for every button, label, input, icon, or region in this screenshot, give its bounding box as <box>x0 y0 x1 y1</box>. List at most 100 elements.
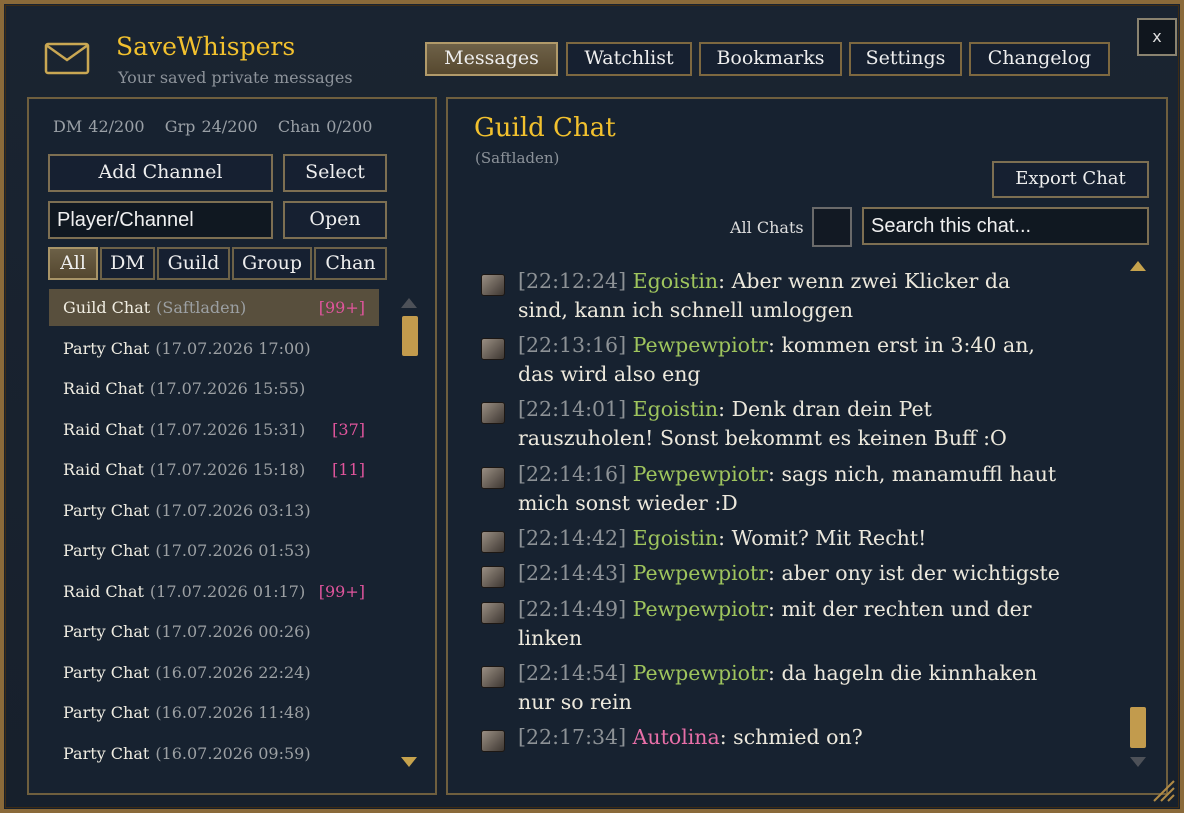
player-channel-input[interactable]: Player/Channel <box>48 201 273 239</box>
chat-list-item[interactable]: Raid Chat (17.07.2026 15:55) <box>49 370 379 407</box>
message-text: mit der rechten und der <box>781 597 1032 621</box>
message-icon <box>481 531 505 553</box>
message-time: [22:14:01] <box>518 397 627 421</box>
chat-scroll-thumb[interactable] <box>1130 707 1146 748</box>
list-scroll-down-icon[interactable] <box>401 757 417 767</box>
filter-all[interactable]: All <box>48 247 98 280</box>
search-chat-input[interactable]: Search this chat... <box>862 207 1149 245</box>
chat-message[interactable]: [22:14:49] Pewpewpiotr: mit der rechten … <box>478 595 1098 653</box>
message-time: [22:12:24] <box>518 269 627 293</box>
chat-message[interactable]: [22:14:54] Pewpewpiotr: da hageln die ki… <box>478 659 1098 717</box>
message-list: [22:12:24] Egoistin: Aber wenn zwei Klic… <box>478 249 1098 769</box>
message-text: sind, kann ich schnell umloggen <box>518 298 854 322</box>
unread-badge: [11] <box>332 460 365 479</box>
tab-changelog[interactable]: Changelog <box>969 42 1110 76</box>
chat-list-item[interactable]: Party Chat (17.07.2026 00:26) <box>49 613 379 650</box>
message-sender[interactable]: Pewpewpiotr <box>633 597 768 621</box>
unread-badge: [99+] <box>318 582 365 601</box>
window-frame: SaveWhispers Your saved private messages… <box>0 0 1184 813</box>
chat-title: Guild Chat <box>474 113 616 143</box>
filter-guild[interactable]: Guild <box>157 247 230 280</box>
message-sender[interactable]: Autolina <box>633 725 720 749</box>
message-text: mich sonst wieder :D <box>518 491 738 515</box>
chat-message[interactable]: [22:14:42] Egoistin: Womit? Mit Recht! <box>478 524 1098 553</box>
message-icon <box>481 666 505 688</box>
chat-list-item[interactable]: Raid Chat (17.07.2026 15:18) [11] <box>49 451 379 488</box>
list-scroll-thumb[interactable] <box>402 316 418 356</box>
chat-subtitle: (Saftladen) <box>475 149 560 167</box>
open-button[interactable]: Open <box>283 201 387 239</box>
chat-date: (16.07.2026 09:59) <box>155 744 311 763</box>
chat-date: (17.07.2026 17:00) <box>155 339 311 358</box>
message-sender[interactable]: Egoistin <box>633 526 719 550</box>
message-text: Aber wenn zwei Klicker da <box>731 269 1011 293</box>
chat-list-item[interactable]: Party Chat (17.07.2026 03:13) <box>49 492 379 529</box>
tab-messages[interactable]: Messages <box>425 42 558 76</box>
chat-date: (17.07.2026 00:26) <box>155 622 311 641</box>
message-time: [22:14:43] <box>518 561 627 585</box>
chat-name: Party Chat <box>63 663 150 682</box>
chat-date: (16.07.2026 22:24) <box>155 663 311 682</box>
chat-list-item[interactable]: Raid Chat (17.07.2026 15:31) [37] <box>49 411 379 448</box>
chat-list-item[interactable]: Raid Chat (17.07.2026 01:17) [99+] <box>49 573 379 610</box>
chat-list-item[interactable]: Party Chat (17.07.2026 01:53) <box>49 532 379 569</box>
select-button[interactable]: Select <box>283 154 387 192</box>
app-title: SaveWhispers <box>116 32 296 61</box>
chat-list-item[interactable]: Guild Chat (Saftladen) [99+] <box>49 289 379 326</box>
add-channel-button[interactable]: Add Channel <box>48 154 273 192</box>
tab-watchlist[interactable]: Watchlist <box>566 42 692 76</box>
message-icon <box>481 402 505 424</box>
chat-message[interactable]: [22:14:43] Pewpewpiotr: aber ony ist der… <box>478 559 1098 588</box>
message-text: nur so rein <box>518 690 632 714</box>
export-chat-button[interactable]: Export Chat <box>992 161 1149 198</box>
chat-scroll-down-icon[interactable] <box>1130 757 1146 767</box>
app-subtitle: Your saved private messages <box>118 68 353 87</box>
chat-message[interactable]: [22:17:34] Autolina: schmied on? <box>478 723 1098 752</box>
chat-date: (17.07.2026 03:13) <box>155 501 311 520</box>
message-time: [22:14:49] <box>518 597 627 621</box>
message-sender[interactable]: Pewpewpiotr <box>633 561 768 585</box>
message-icon <box>481 730 505 752</box>
chat-view-panel: Guild Chat (Saftladen) Export Chat All C… <box>446 97 1168 795</box>
chat-message[interactable]: [22:12:24] Egoistin: Aber wenn zwei Klic… <box>478 267 1098 325</box>
message-sender[interactable]: Pewpewpiotr <box>633 333 768 357</box>
chat-date: (17.07.2026 01:53) <box>155 541 311 560</box>
chat-date: (17.07.2026 01:17) <box>149 582 306 601</box>
grp-count: Grp 24/200 <box>164 117 258 136</box>
message-icon <box>481 274 505 296</box>
message-time: [22:14:16] <box>518 462 627 486</box>
message-sender[interactable]: Pewpewpiotr <box>633 661 768 685</box>
chat-scroll-up-icon[interactable] <box>1130 261 1146 271</box>
tab-settings[interactable]: Settings <box>849 42 962 76</box>
list-scroll-up-icon[interactable] <box>401 298 417 308</box>
chat-message[interactable]: [22:14:16] Pewpewpiotr: sags nich, manam… <box>478 460 1098 518</box>
chan-count: Chan 0/200 <box>277 117 373 136</box>
message-sender[interactable]: Pewpewpiotr <box>633 462 768 486</box>
chat-name: Raid Chat <box>63 379 144 398</box>
tab-bookmarks[interactable]: Bookmarks <box>699 42 842 76</box>
chat-message[interactable]: [22:14:01] Egoistin: Denk dran dein Pet r… <box>478 395 1098 453</box>
message-sender[interactable]: Egoistin <box>633 269 719 293</box>
chat-list-item[interactable]: Party Chat (16.07.2026 11:48) <box>49 694 379 731</box>
filter-dm[interactable]: DM <box>100 247 155 280</box>
filter-group[interactable]: Group <box>232 247 312 280</box>
chat-message[interactable]: [22:13:16] Pewpewpiotr: kommen erst in 3… <box>478 331 1098 389</box>
unread-badge: [99+] <box>318 298 365 317</box>
message-text: aber ony ist der wichtigste <box>781 561 1060 585</box>
chat-name: Raid Chat <box>63 460 144 479</box>
message-icon <box>481 566 505 588</box>
chat-date: (Saftladen) <box>156 298 247 317</box>
chat-list-item[interactable]: Party Chat (16.07.2026 22:24) <box>49 654 379 691</box>
chat-date: (17.07.2026 15:55) <box>149 379 306 398</box>
resize-grip-icon[interactable] <box>1150 777 1176 803</box>
message-icon <box>481 338 505 360</box>
filter-chan[interactable]: Chan <box>314 247 387 280</box>
all-chats-checkbox[interactable] <box>812 207 852 247</box>
message-sender[interactable]: Egoistin <box>633 397 719 421</box>
chat-date: (17.07.2026 15:18) <box>149 460 306 479</box>
chat-name: Party Chat <box>63 744 150 763</box>
close-button[interactable]: x <box>1137 18 1177 56</box>
chat-list-item[interactable]: Party Chat (16.07.2026 09:59) <box>49 735 379 772</box>
chat-list-item[interactable]: Party Chat (17.07.2026 17:00) <box>49 330 379 367</box>
message-text: Denk dran dein Pet <box>731 397 932 421</box>
